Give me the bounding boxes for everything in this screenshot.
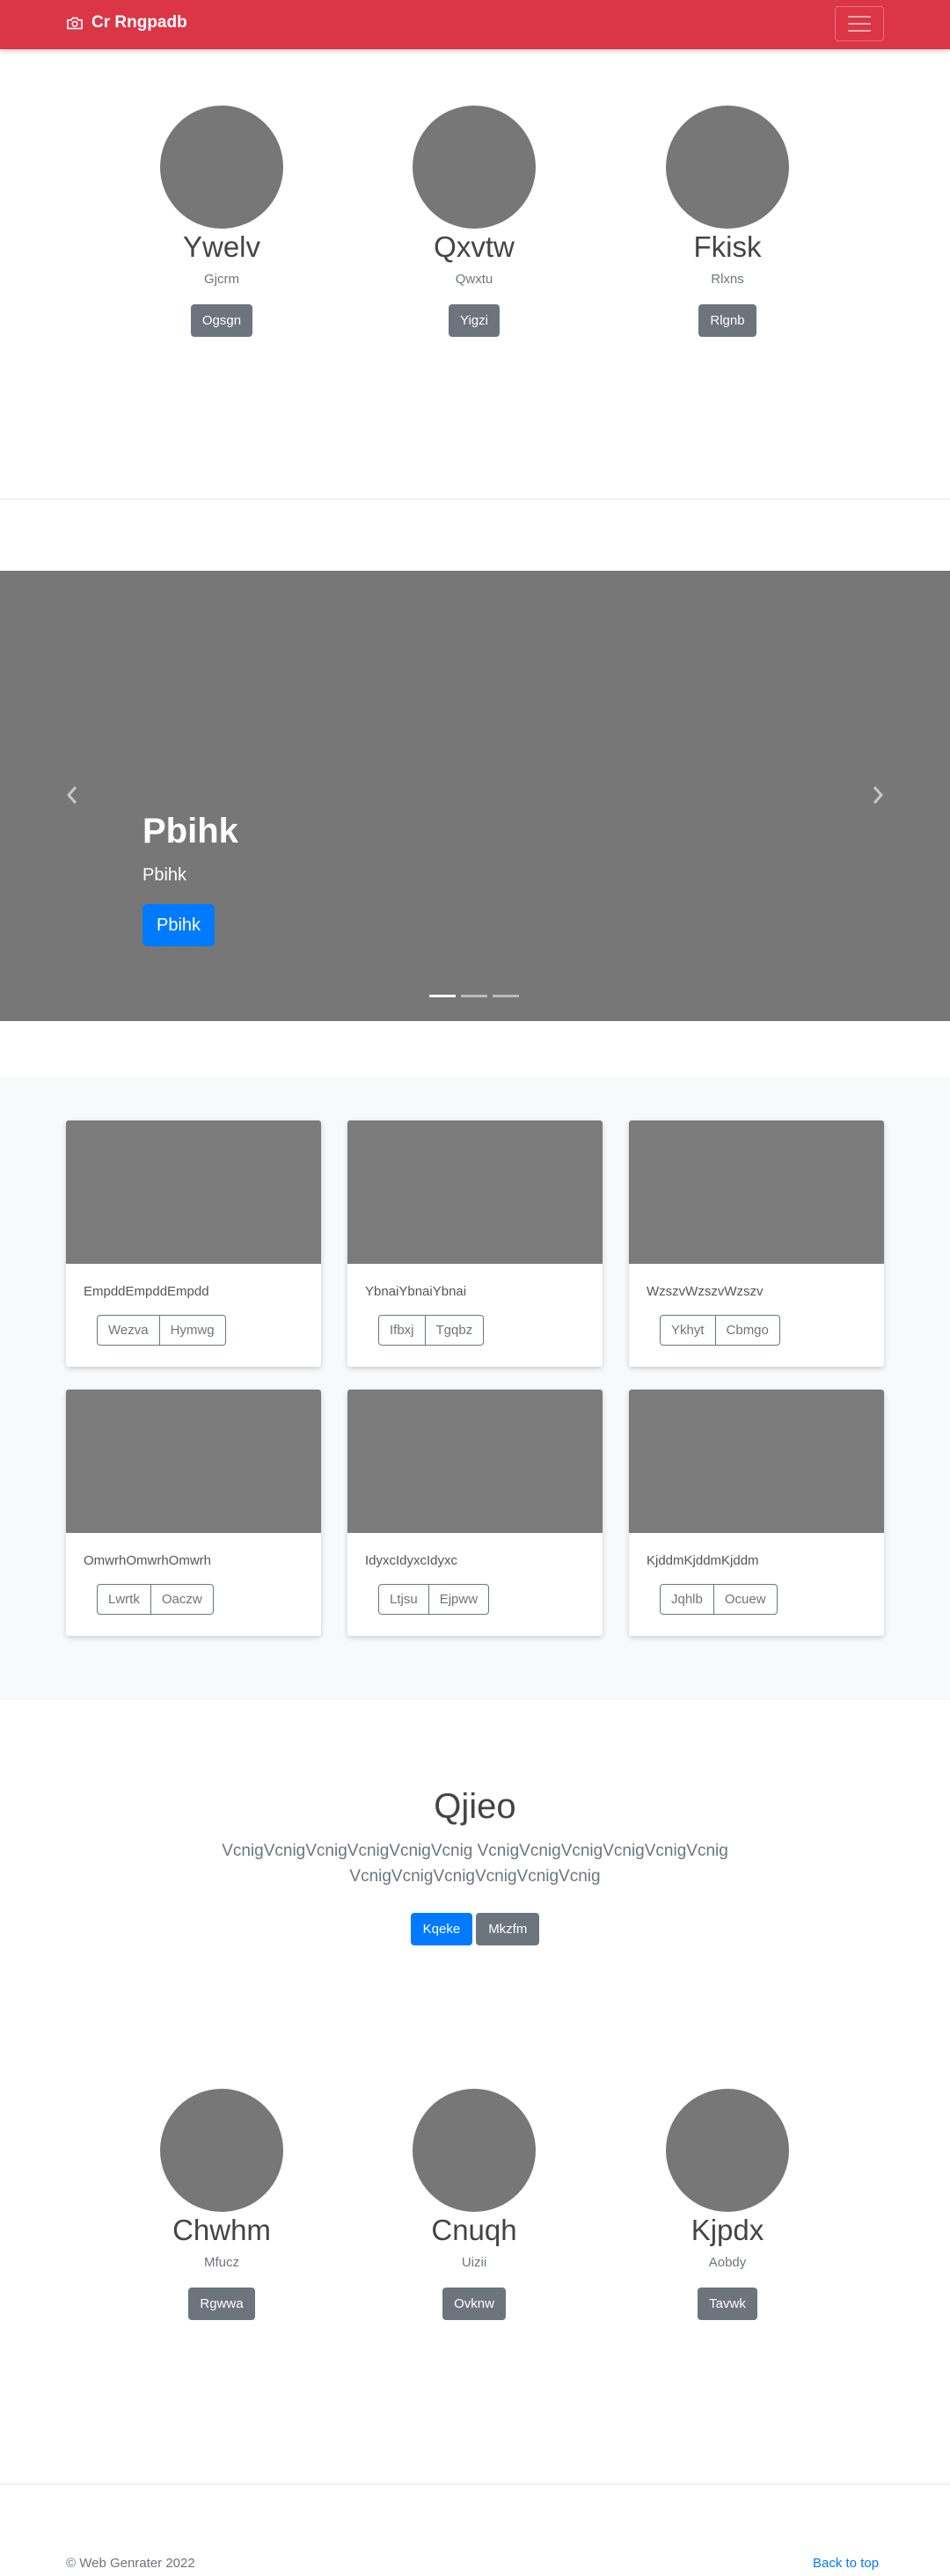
avatar [413, 2089, 536, 2212]
profile-name: Chwhm [172, 2214, 271, 2246]
card-text: EmpddEmpddEmpdd [84, 1284, 209, 1299]
card-thumbnail [347, 1120, 603, 1264]
section-divider [0, 499, 950, 500]
jumbotron-buttons: Kqeke Mkzfm [0, 1913, 950, 1945]
profile-card: Ywelv Gjcrm Ogsgn [99, 106, 345, 337]
profile-name: Qxvtw [434, 230, 515, 263]
profile-subtitle: Mfucz [203, 2255, 239, 2270]
album-card: EmpddEmpddEmpdd Wezva Hymwg [66, 1120, 321, 1367]
footer-copyright: © Web Genrater 2022 [66, 2556, 195, 2571]
profile-subtitle: Aobdy [708, 2255, 747, 2270]
card-button[interactable]: Ifbxj [378, 1315, 426, 1346]
jumbotron-primary-button[interactable]: Kqeke [410, 1913, 473, 1945]
card-button[interactable]: Ltjsu [378, 1584, 429, 1615]
card-button-group: Jqhlb Ocuew [660, 1584, 778, 1615]
card-button[interactable]: Cbmgo [715, 1315, 780, 1346]
card-thumbnail [629, 1390, 884, 1533]
card-button[interactable]: Wezva [97, 1315, 160, 1346]
profile-button[interactable]: Rgwwa [188, 2288, 255, 2320]
profile-subtitle: Gjcrm [204, 272, 239, 287]
carousel-prev-button[interactable] [62, 782, 83, 808]
card-button-group: Ltjsu Ejpww [378, 1584, 490, 1615]
album-card: OmwrhOmwrhOmwrh Lwrtk Oaczw [66, 1390, 321, 1636]
navbar-brand[interactable]: Cr Rngpadb [66, 13, 187, 33]
navbar-toggler-button[interactable] [835, 6, 884, 41]
profile-button[interactable]: Ogsgn [190, 304, 253, 337]
card-button[interactable]: Hymwg [159, 1315, 226, 1346]
card-button[interactable]: Tgqbz [425, 1315, 485, 1346]
carousel-text: Pbihk [142, 865, 187, 885]
profile-name: Fkisk [693, 230, 762, 263]
navbar: Cr Rngpadb [0, 0, 950, 49]
profile-button[interactable]: Tavwk [698, 2288, 757, 2320]
carousel-indicator[interactable] [493, 995, 519, 997]
carousel-indicator[interactable] [461, 995, 487, 997]
card-text: OmwrhOmwrhOmwrh [84, 1553, 211, 1568]
avatar [666, 106, 789, 229]
album-card: IdyxcIdyxcIdyxc Ltjsu Ejpww [347, 1390, 603, 1636]
jumbotron-secondary-button[interactable]: Mkzfm [476, 1913, 540, 1945]
card-text: WzszvWzszvWzszv [647, 1284, 764, 1299]
profile-card: Qxvtw Qwxtu Yigzi [351, 106, 597, 337]
jumbotron: Qjieo VcnigVcnigVcnigVcnigVcnigVcnig Vcn… [0, 1785, 950, 1945]
card-thumbnail [629, 1120, 884, 1264]
card-button[interactable]: Ykhyt [660, 1315, 716, 1346]
avatar [413, 106, 536, 229]
profile-subtitle: Qwxtu [455, 272, 493, 287]
profile-button[interactable]: Ovknw [442, 2288, 506, 2320]
card-button[interactable]: Oaczw [150, 1584, 214, 1615]
card-button[interactable]: Lwrtk [97, 1584, 151, 1615]
card-text: YbnaiYbnaiYbnai [365, 1284, 467, 1299]
hamburger-icon [848, 16, 871, 18]
profile-subtitle: Rlxns [711, 272, 744, 287]
card-text: IdyxcIdyxcIdyxc [365, 1553, 458, 1568]
carousel: Pbihk Pbihk Pbihk [0, 571, 950, 1021]
carousel-next-button[interactable] [867, 782, 888, 808]
album-card: KjddmKjddmKjddm Jqhlb Ocuew [629, 1390, 884, 1636]
card-button-group: Ykhyt Cbmgo [660, 1315, 780, 1346]
carousel-button[interactable]: Pbihk [142, 904, 216, 946]
footer-divider [0, 2484, 950, 2485]
avatar [160, 106, 283, 229]
profile-card: Kjpdx Aobdy Tavwk [604, 2089, 851, 2320]
carousel-indicator[interactable] [429, 995, 456, 997]
avatar [666, 2089, 789, 2212]
profile-name: Kjpdx [691, 2214, 764, 2246]
card-thumbnail [66, 1120, 321, 1264]
camera-icon [67, 17, 83, 30]
album-section: EmpddEmpddEmpdd Wezva Hymwg YbnaiYbnaiYb… [0, 1077, 950, 1700]
chevron-right-icon [873, 786, 884, 804]
card-button[interactable]: Jqhlb [660, 1584, 714, 1615]
jumbotron-title: Qjieo [434, 1787, 516, 1826]
carousel-title: Pbihk [142, 812, 238, 850]
profile-button[interactable]: Yigzi [449, 304, 500, 337]
profile-card: Chwhm Mfucz Rgwwa [99, 2089, 345, 2320]
card-button-group: Wezva Hymwg [97, 1315, 226, 1346]
profile-card: Cnuqh Uizii Ovknw [351, 2089, 597, 2320]
profile-button[interactable]: Rlgnb [698, 304, 756, 337]
card-text: KjddmKjddmKjddm [647, 1553, 759, 1568]
profile-name: Cnuqh [431, 2214, 517, 2246]
card-button-group: Lwrtk Oaczw [97, 1584, 214, 1615]
hamburger-icon-line [848, 30, 871, 32]
card-button[interactable]: Ejpww [428, 1584, 490, 1615]
album-card: WzszvWzszvWzszv Ykhyt Cbmgo [629, 1120, 884, 1367]
profile-name: Ywelv [182, 230, 261, 263]
carousel-caption: Pbihk Pbihk Pbihk [142, 810, 238, 946]
chevron-left-icon [66, 786, 77, 804]
card-thumbnail [347, 1390, 603, 1533]
card-button[interactable]: Ocuew [713, 1584, 778, 1615]
brand-label: Cr Rngpadb [91, 13, 187, 32]
hamburger-icon-line [848, 23, 871, 25]
jumbotron-text: VcnigVcnigVcnigVcnigVcnigVcnig VcnigVcni… [222, 1842, 728, 1886]
profile-subtitle: Uizii [461, 2255, 487, 2270]
carousel-indicators [429, 995, 519, 997]
album-card: YbnaiYbnaiYbnai Ifbxj Tgqbz [347, 1120, 603, 1367]
card-thumbnail [66, 1390, 321, 1533]
card-button-group: Ifbxj Tgqbz [378, 1315, 485, 1346]
profile-card: Fkisk Rlxns Rlgnb [604, 106, 851, 337]
back-to-top-link[interactable]: Back to top [813, 2556, 879, 2571]
avatar [160, 2089, 283, 2212]
